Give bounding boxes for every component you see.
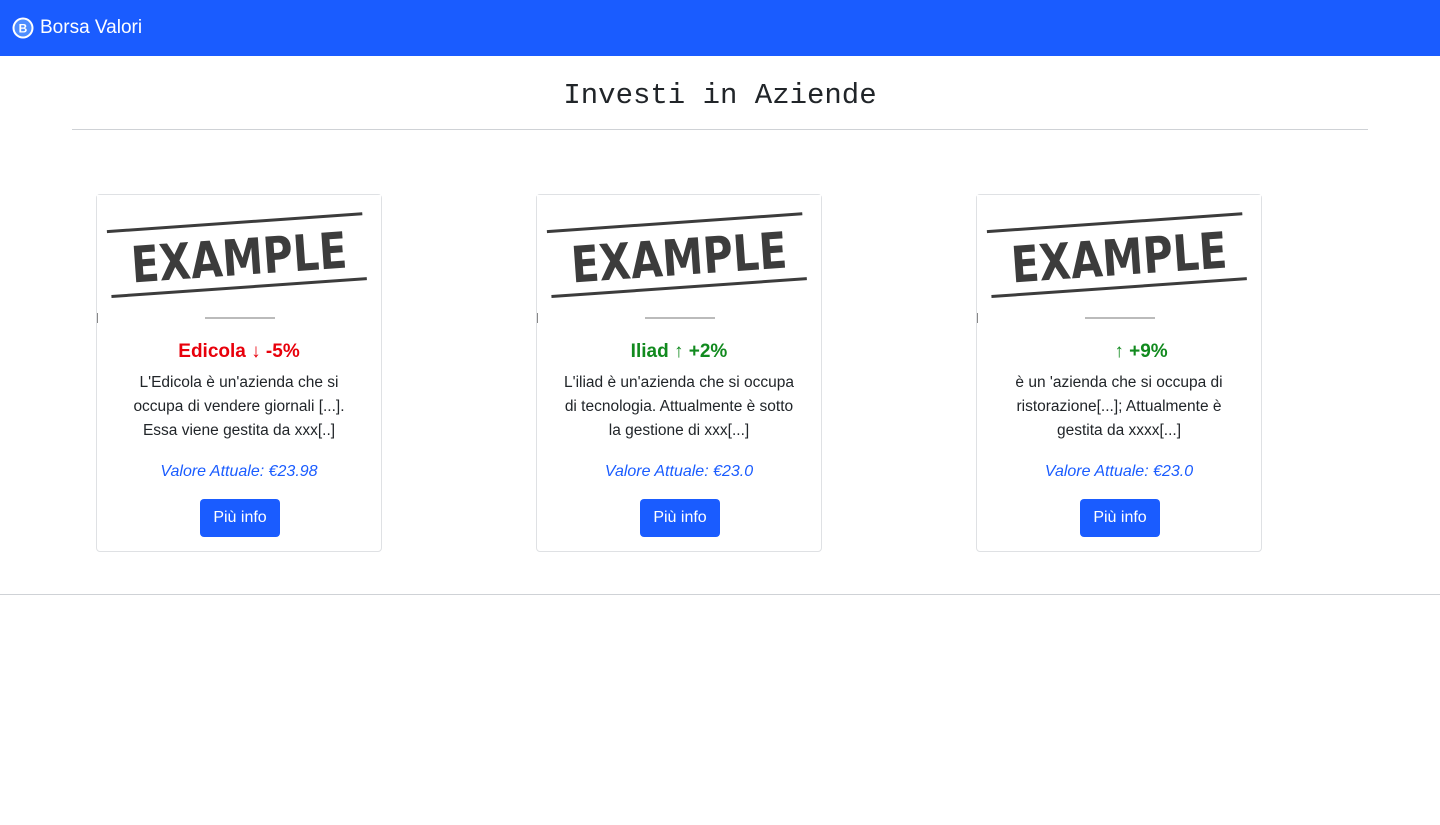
company-card-iliad: EXAMPLE Iliad ↑ +2% L'iliad è un'azienda…	[536, 194, 822, 552]
svg-text:B: B	[19, 22, 28, 36]
company-card-edicola: EXAMPLE Edicola ↓ -5% L'Edicola è un'azi…	[96, 194, 382, 552]
brand-label: Borsa Valori	[40, 17, 143, 38]
current-value: Valore Attuale: €23.98	[160, 463, 318, 480]
company-image: EXAMPLE	[537, 195, 821, 325]
arrow-down-icon: ↓	[251, 341, 261, 362]
bootstrap-logo-icon: B	[12, 17, 34, 39]
change-percent: +9%	[1129, 341, 1168, 362]
more-info-button[interactable]: Più info	[200, 499, 280, 537]
brand-link[interactable]: B Borsa Valori	[12, 17, 142, 39]
top-navbar: B Borsa Valori	[0, 0, 1440, 56]
arrow-up-icon: ↑	[673, 341, 684, 362]
current-value: Valore Attuale: €23.0	[604, 463, 754, 480]
arrow-up-icon: ↑	[1114, 341, 1124, 362]
company-description: è un 'azienda che si occupa di ristorazi…	[1015, 374, 1223, 439]
change-percent: +2%	[688, 341, 728, 362]
company-name: Edicola	[178, 341, 246, 362]
company-description: L'iliad è un'azienda che si occupa di te…	[564, 374, 794, 439]
company-title: Edicola ↓ -5%	[97, 339, 381, 365]
company-image: EXAMPLE	[977, 195, 1261, 325]
company-image: EXAMPLE	[97, 195, 381, 325]
page-title: Investi in Aziende	[563, 79, 877, 112]
change-percent: -5%	[265, 341, 300, 362]
company-name: Iliad	[630, 341, 669, 362]
more-info-button[interactable]: Più info	[640, 499, 720, 537]
title-divider	[72, 129, 1368, 130]
company-title: ↑ +9%	[977, 339, 1261, 365]
company-description: L'Edicola è un'azienda che si occupa di …	[133, 374, 345, 439]
company-title: Iliad ↑ +2%	[537, 339, 821, 365]
company-card-restaurant: EXAMPLE ↑ +9% è un 'azienda che si occup…	[976, 194, 1262, 552]
current-value: Valore Attuale: €23.0	[1044, 463, 1194, 480]
more-info-button[interactable]: Più info	[1080, 499, 1160, 537]
footer-divider	[0, 594, 1440, 595]
